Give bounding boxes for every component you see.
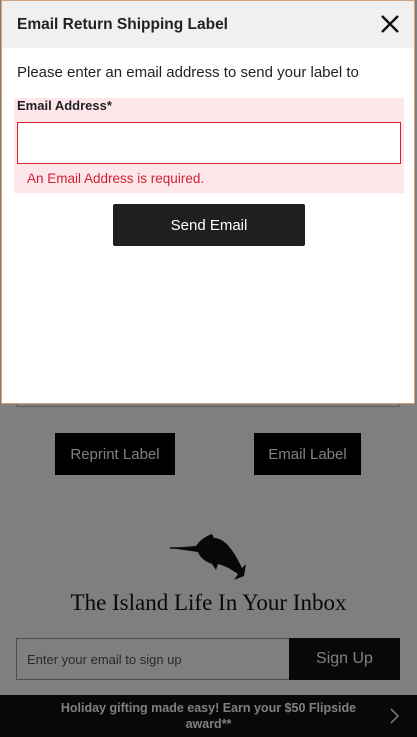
- close-button[interactable]: [378, 12, 402, 36]
- instructions-text: Please enter an email address to send yo…: [17, 64, 359, 81]
- email-field-group: Email Address* An Email Address is requi…: [14, 98, 404, 193]
- modal-header: Email Return Shipping Label: [2, 1, 414, 48]
- email-label-modal: Email Return Shipping Label Please enter…: [1, 0, 415, 404]
- close-icon: [381, 15, 399, 33]
- email-error-message: An Email Address is required.: [27, 171, 205, 186]
- send-email-button[interactable]: Send Email: [113, 204, 305, 246]
- email-address-input[interactable]: [17, 122, 401, 164]
- modal-title: Email Return Shipping Label: [17, 15, 228, 33]
- email-field-label: Email Address*: [17, 98, 112, 113]
